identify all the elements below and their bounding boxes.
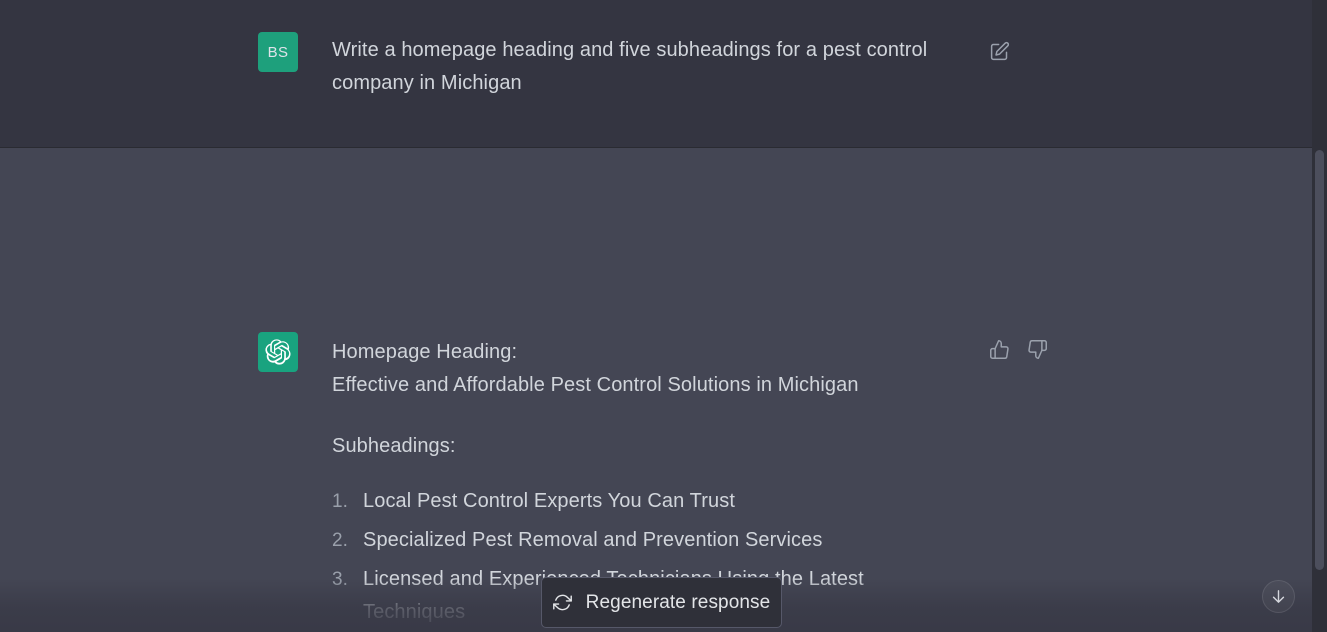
assistant-subheadings-label: Subheadings: (332, 435, 456, 457)
list-item: Specialized Pest Removal and Prevention … (332, 524, 823, 557)
assistant-heading-label: Homepage Heading: (332, 341, 518, 363)
assistant-heading-text: Effective and Affordable Pest Control So… (332, 374, 859, 396)
scrollbar-thumb[interactable] (1315, 150, 1324, 570)
thumbs-down-icon (1027, 339, 1048, 360)
avatar-initials: BS (267, 43, 289, 61)
avatar (258, 332, 298, 372)
assistant-message-actions (986, 336, 1050, 362)
regenerate-response-button[interactable]: Regenerate response (541, 577, 782, 628)
user-message-row: BS Write a homepage heading and five sub… (0, 0, 1327, 148)
arrow-down-icon (1270, 588, 1287, 605)
chat-app: BS Write a homepage heading and five sub… (0, 0, 1327, 632)
edit-pencil-icon (989, 41, 1010, 62)
list-item: Local Pest Control Experts You Can Trust (332, 485, 735, 518)
thumbs-up-icon (989, 339, 1010, 360)
thumbs-up-button[interactable] (986, 336, 1012, 362)
thumbs-down-button[interactable] (1024, 336, 1050, 362)
openai-logo-icon (265, 339, 291, 365)
regenerate-response-label: Regenerate response (585, 591, 771, 613)
user-message-actions (986, 38, 1012, 64)
assistant-message-row: Homepage Heading: Effective and Affordab… (0, 148, 1327, 632)
avatar: BS (258, 32, 298, 72)
scroll-to-bottom-button[interactable] (1262, 580, 1295, 613)
user-message-paragraph: Write a homepage heading and five subhea… (332, 39, 928, 94)
refresh-icon (552, 593, 572, 612)
edit-message-button[interactable] (986, 38, 1012, 64)
user-message-text: Write a homepage heading and five subhea… (332, 34, 932, 100)
